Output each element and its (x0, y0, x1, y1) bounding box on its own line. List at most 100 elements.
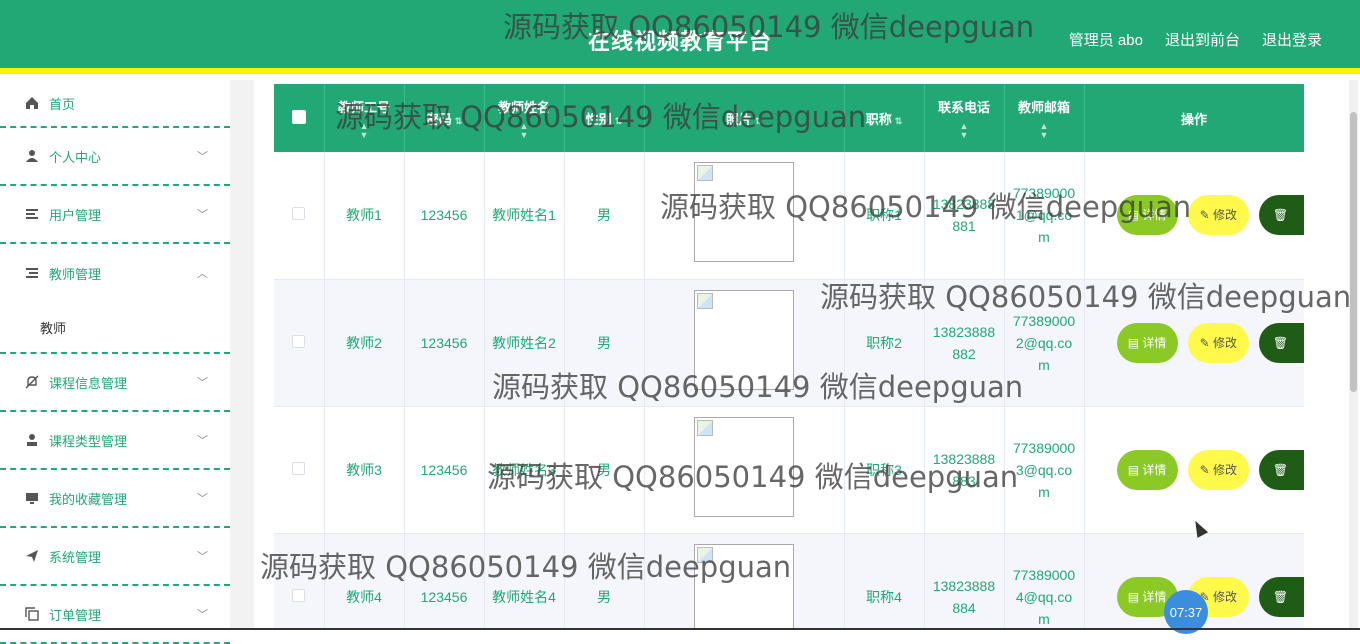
logout-link[interactable]: 退出登录 (1262, 29, 1322, 50)
column-header-email[interactable]: 教师邮箱 ▲ ▼ (1004, 84, 1085, 152)
home-icon (24, 95, 40, 111)
sort-icon[interactable]: ⇅ (615, 116, 623, 126)
sort-icon[interactable]: ⇅ (755, 116, 763, 126)
cell-sex: 男 (564, 279, 645, 407)
broken-image-icon (697, 546, 713, 563)
cell-password: 123456 (404, 279, 485, 407)
delete-button[interactable]: 🗑 (1258, 576, 1304, 617)
sidebar-item-label: 教师 (40, 320, 67, 336)
cell-sex: 男 (564, 406, 645, 534)
row-checkbox[interactable] (292, 207, 306, 221)
cell-id: 教师4 (324, 533, 405, 630)
column-header-id[interactable]: 教师工号 ▲ ▼ (324, 84, 405, 152)
sidebar-item-label: 课程信息管理 (49, 375, 128, 391)
chevron-down-icon: ﹀ (197, 551, 208, 563)
sort-icon[interactable]: ▲ ▼ (1005, 121, 1084, 140)
sort-icon[interactable]: ▲ ▼ (925, 121, 1004, 140)
chevron-down-icon: ﹀ (197, 435, 208, 447)
sidebar-item-label: 订单管理 (49, 607, 102, 623)
cell-email: 773890001@qq.com (1004, 152, 1085, 280)
cell-name: 教师姓名1 (484, 152, 565, 280)
cell-phone: 13823888884 (924, 533, 1005, 630)
row-checkbox[interactable] (292, 334, 306, 348)
column-header-title[interactable]: 职称 ⇅ (844, 84, 925, 152)
chevron-up-icon: ︿ (197, 268, 208, 280)
table-row: 教师3 123456 教师姓名3 男 职称3 13823888883 77389… (274, 406, 1304, 534)
chevron-down-icon: ﹀ (197, 609, 208, 621)
sidebar-item-label: 首页 (49, 96, 76, 112)
sidebar-item-favorites[interactable]: 我的收藏管理 ﹀ (0, 470, 230, 528)
cell-name: 教师姓名3 (484, 406, 565, 534)
pencil-icon: ✎ (1199, 462, 1213, 477)
trash-icon: 🗑 (1272, 335, 1289, 350)
sort-icon[interactable]: ▲ ▼ (325, 121, 404, 140)
send-icon (24, 548, 40, 564)
column-header-name[interactable]: 教师姓名 ▲ ▼ (484, 84, 565, 152)
row-checkbox[interactable] (292, 461, 306, 475)
bell-off-icon (24, 374, 40, 390)
teacher-photo (694, 162, 794, 263)
scrollbar-thumb[interactable] (1350, 112, 1357, 392)
column-header-sex[interactable]: 性别 ⇅ (564, 84, 645, 152)
doc-icon: ▤ (1127, 462, 1143, 477)
column-header-photo[interactable]: 照片 ⇅ (644, 84, 845, 152)
sidebar-item-course-info[interactable]: 课程信息管理 ﹀ (0, 354, 230, 412)
detail-button[interactable]: ▤ 详情 (1116, 195, 1178, 236)
detail-button[interactable]: ▤ 详情 (1116, 322, 1178, 363)
cell-sex: 男 (564, 533, 645, 630)
table-row: 教师2 123456 教师姓名2 男 职称2 13823888882 77389… (274, 279, 1304, 407)
page-scrollbar[interactable] (1349, 80, 1358, 630)
column-header-phone[interactable]: 联系电话 ▲ ▼ (924, 84, 1005, 152)
sidebar-item-teacher-management[interactable]: 教师管理 ︿ (0, 244, 230, 302)
doc-icon: ▤ (1127, 208, 1143, 223)
trash-icon: 🗑 (1272, 462, 1289, 477)
delete-button[interactable]: 🗑 (1258, 449, 1304, 490)
sidebar-subitem-teacher[interactable]: 教师 (0, 302, 230, 354)
chevron-down-icon: ﹀ (197, 151, 208, 163)
row-checkbox[interactable] (292, 588, 306, 602)
broken-image-icon (697, 419, 713, 436)
sidebar-item-user-management[interactable]: 用户管理 ﹀ (0, 186, 230, 244)
cell-name: 教师姓名4 (484, 533, 565, 630)
cell-phone: 13823888883 (924, 406, 1005, 534)
sidebar-item-personal-center[interactable]: 个人中心 ﹀ (0, 128, 230, 186)
sidebar-item-label: 教师管理 (49, 266, 102, 282)
detail-button[interactable]: ▤ 详情 (1116, 449, 1178, 490)
sidebar-item-system[interactable]: 系统管理 ﹀ (0, 528, 230, 586)
sort-icon[interactable]: ⇅ (895, 116, 903, 126)
column-header-password[interactable]: 密码 ⇅ (404, 84, 485, 152)
sidebar-item-label: 用户管理 (49, 207, 102, 223)
cell-password: 123456 (404, 152, 485, 280)
edit-button[interactable]: ✎ 修改 (1187, 449, 1249, 490)
broken-image-icon (697, 292, 713, 309)
sidebar-gutter (230, 80, 254, 630)
teacher-table: 教师工号 ▲ ▼ 密码 ⇅ 教师姓名 ▲ ▼ 性别 ⇅ 照片 ⇅ 职称 ⇅ 联系电话 ▲ ▼ 教师邮… (274, 84, 1304, 630)
table-row: 教师4 123456 教师姓名4 男 职称4 13823888884 77389… (274, 533, 1304, 630)
table-header-row: 教师工号 ▲ ▼ 密码 ⇅ 教师姓名 ▲ ▼ 性别 ⇅ 照片 ⇅ 职称 ⇅ 联系电话 ▲ ▼ 教师邮… (274, 84, 1304, 152)
doc-icon: ▤ (1127, 589, 1143, 604)
delete-button[interactable]: 🗑 (1258, 322, 1304, 363)
cell-password: 123456 (404, 406, 485, 534)
cell-phone: 13823888882 (924, 279, 1005, 407)
delete-button[interactable]: 🗑 (1258, 195, 1304, 236)
sidebar-item-home[interactable]: 首页 (0, 80, 230, 128)
edit-button[interactable]: ✎ 修改 (1187, 322, 1249, 363)
edit-button[interactable]: ✎ 修改 (1187, 195, 1249, 236)
cell-name: 教师姓名2 (484, 279, 565, 407)
cell-id: 教师3 (324, 406, 405, 534)
sort-icon[interactable]: ▲ ▼ (485, 121, 564, 140)
top-header: 在线视频教育平台 管理员 abo 退出到前台 退出登录 (0, 0, 1360, 74)
doc-icon: ▤ (1127, 335, 1143, 350)
cell-phone: 13823888881 (924, 152, 1005, 280)
exit-to-front-link[interactable]: 退出到前台 (1165, 29, 1240, 50)
cell-title: 职称4 (844, 533, 925, 630)
sidebar-item-label: 我的收藏管理 (49, 491, 128, 507)
sidebar-item-orders[interactable]: 订单管理 ﹀ (0, 586, 230, 644)
sidebar-item-course-type[interactable]: 课程类型管理 ﹀ (0, 412, 230, 470)
cell-id: 教师1 (324, 152, 405, 280)
trash-icon: 🗑 (1272, 589, 1289, 604)
monitor-icon (24, 490, 40, 506)
select-all-checkbox[interactable] (291, 109, 306, 124)
broken-image-icon (697, 165, 713, 182)
sort-icon[interactable]: ⇅ (455, 116, 463, 126)
